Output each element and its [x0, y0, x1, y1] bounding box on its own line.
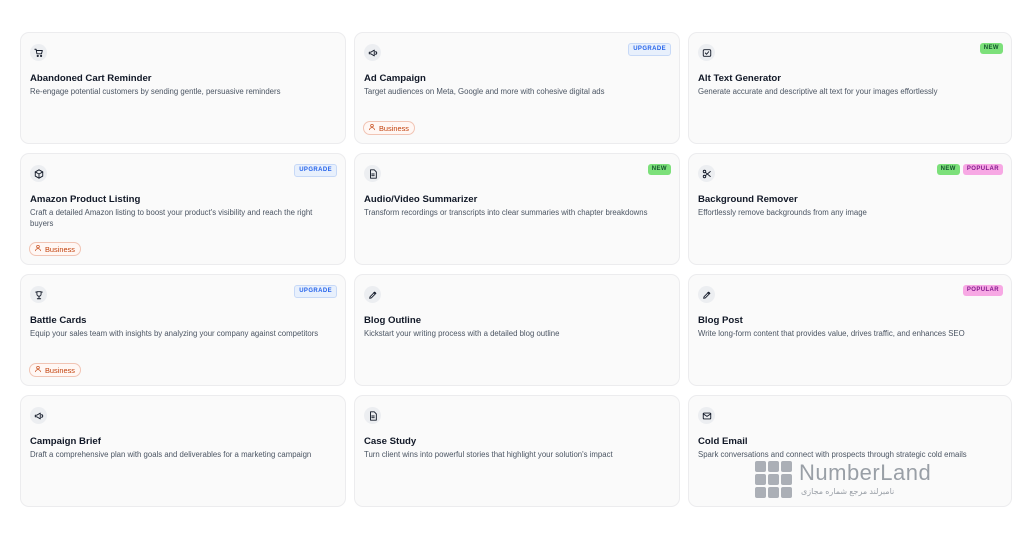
tool-card[interactable]: Amazon Product Listing Craft a detailed A… [20, 153, 346, 265]
package-icon [30, 165, 47, 182]
watermark-logo: NumberLand نامبرلند مرجع شماره مجازی [755, 458, 932, 503]
tool-card-title: Campaign Brief [30, 436, 101, 447]
tool-grid: Abandoned Cart Reminder Re-engage potenti… [20, 32, 1012, 507]
tool-card[interactable]: Blog Post Write long-form content that pr… [688, 274, 1012, 386]
tool-card-title: Blog Post [698, 315, 743, 326]
tool-card-description: Generate accurate and descriptive alt te… [698, 87, 938, 96]
document-icon [364, 407, 381, 424]
document-icon [364, 165, 381, 182]
tool-card-description: Target audiences on Meta, Google and mor… [364, 87, 605, 96]
plan-tag-label: Business [45, 244, 75, 254]
tool-card-description: Kickstart your writing process with a de… [364, 329, 560, 338]
popular-badge: POPULAR [962, 285, 1003, 296]
plan-tag: Business [363, 121, 415, 135]
badge-group: UPGRADE [294, 285, 337, 298]
users-icon [34, 365, 42, 375]
new-badge: NEW [979, 43, 1003, 54]
tool-card-title: Background Remover [698, 194, 798, 205]
tool-card-description: Transform recordings or transcripts into… [364, 208, 648, 217]
plan-tag-label: Business [45, 365, 75, 375]
tool-card-description: Write long-form content that provides va… [698, 329, 965, 338]
badge-group: NEW [647, 164, 671, 175]
new-badge: NEW [936, 164, 960, 175]
tool-card[interactable]: Case Study Turn client wins into powerful… [354, 395, 680, 507]
watermark-grid-icon [755, 461, 792, 498]
plan-tag: Business [29, 363, 81, 377]
image-text-icon [698, 44, 715, 61]
megaphone-icon [30, 407, 47, 424]
megaphone-icon [364, 44, 381, 61]
upgrade-badge: UPGRADE [628, 43, 671, 56]
tool-card[interactable]: Blog Outline Kickstart your writing proce… [354, 274, 680, 386]
tool-card-title: Battle Cards [30, 315, 87, 326]
pen-icon [364, 286, 381, 303]
watermark-name: NumberLand [799, 460, 932, 485]
tool-card-title: Blog Outline [364, 315, 422, 326]
tool-card[interactable]: Campaign Brief Draft a comprehensive plan… [20, 395, 346, 507]
popular-badge: POPULAR [962, 164, 1003, 175]
tool-card-title: Case Study [364, 436, 417, 447]
tool-card[interactable]: Audio/Video Summarizer Transform recordin… [354, 153, 680, 265]
badge-group: NEW [979, 43, 1003, 54]
tool-card-title: Cold Email [698, 436, 748, 447]
tool-card-description: Re-engage potential customers by sending… [30, 87, 281, 96]
tool-card-description: Equip your sales team with insights by a… [30, 329, 319, 338]
tool-card-description: Craft a detailed Amazon listing to boost… [30, 208, 313, 228]
upgrade-badge: UPGRADE [294, 164, 337, 177]
tool-card-description: Draft a comprehensive plan with goals an… [30, 450, 312, 459]
upgrade-badge: UPGRADE [294, 285, 337, 298]
tool-card[interactable]: Abandoned Cart Reminder Re-engage potenti… [20, 32, 346, 144]
tool-card-description: Turn client wins into powerful stories t… [364, 450, 613, 459]
badge-group: UPGRADE [628, 43, 671, 56]
new-badge: NEW [647, 164, 671, 175]
users-icon [34, 244, 42, 254]
watermark-subtitle: نامبرلند مرجع شماره مجازی [801, 487, 895, 496]
tool-card[interactable]: Ad Campaign Target audiences on Meta, Goo… [354, 32, 680, 144]
pen-icon [698, 286, 715, 303]
plan-tag: Business [29, 242, 81, 256]
tool-card[interactable]: Alt Text Generator Generate accurate and … [688, 32, 1012, 144]
scissors-icon [698, 165, 715, 182]
badge-group: POPULAR [962, 285, 1003, 296]
tool-card[interactable]: Background Remover Effortlessly remove ba… [688, 153, 1012, 265]
tool-card-title: Ad Campaign [364, 73, 426, 84]
tool-card-description: Effortlessly remove backgrounds from any… [698, 208, 867, 217]
tool-card-title: Audio/Video Summarizer [364, 194, 478, 205]
badge-group: NEW POPULAR [936, 164, 1003, 175]
mail-icon [698, 407, 715, 424]
tool-card-title: Alt Text Generator [698, 73, 781, 84]
plan-tag-label: Business [379, 123, 409, 133]
badge-group: UPGRADE [294, 164, 337, 177]
shopping-cart-icon [30, 44, 47, 61]
trophy-icon [30, 286, 47, 303]
tool-card[interactable]: Battle Cards Equip your sales team with i… [20, 274, 346, 386]
tool-card-title: Amazon Product Listing [30, 194, 141, 205]
users-icon [368, 123, 376, 133]
tool-card-title: Abandoned Cart Reminder [30, 73, 152, 84]
